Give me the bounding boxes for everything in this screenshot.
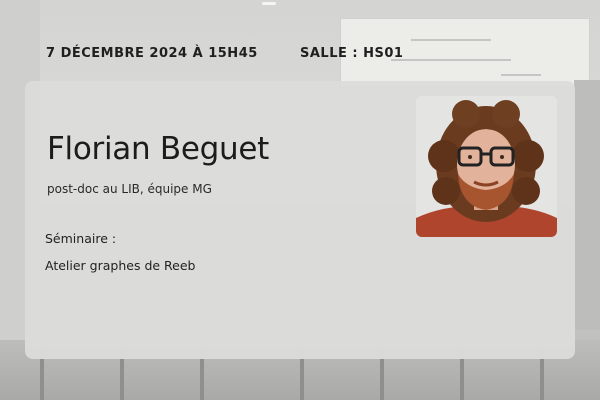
event-room: SALLE : HS01 <box>300 46 404 61</box>
ceiling-light <box>262 2 276 5</box>
event-date: 7 DÉCEMBRE 2024 À 15H45 <box>46 46 258 61</box>
seminar-label: Séminaire : <box>45 231 117 246</box>
speaker-role: post-doc au LIB, équipe MG <box>47 182 212 196</box>
background-wall-right <box>574 80 600 330</box>
speaker-photo <box>416 96 557 237</box>
speaker-card: Florian Beguet post-doc au LIB, équipe M… <box>25 81 575 359</box>
seminar-title: Atelier graphes de Reeb <box>45 258 196 273</box>
speaker-portrait-icon <box>416 96 557 237</box>
speaker-name: Florian Beguet <box>47 131 269 167</box>
